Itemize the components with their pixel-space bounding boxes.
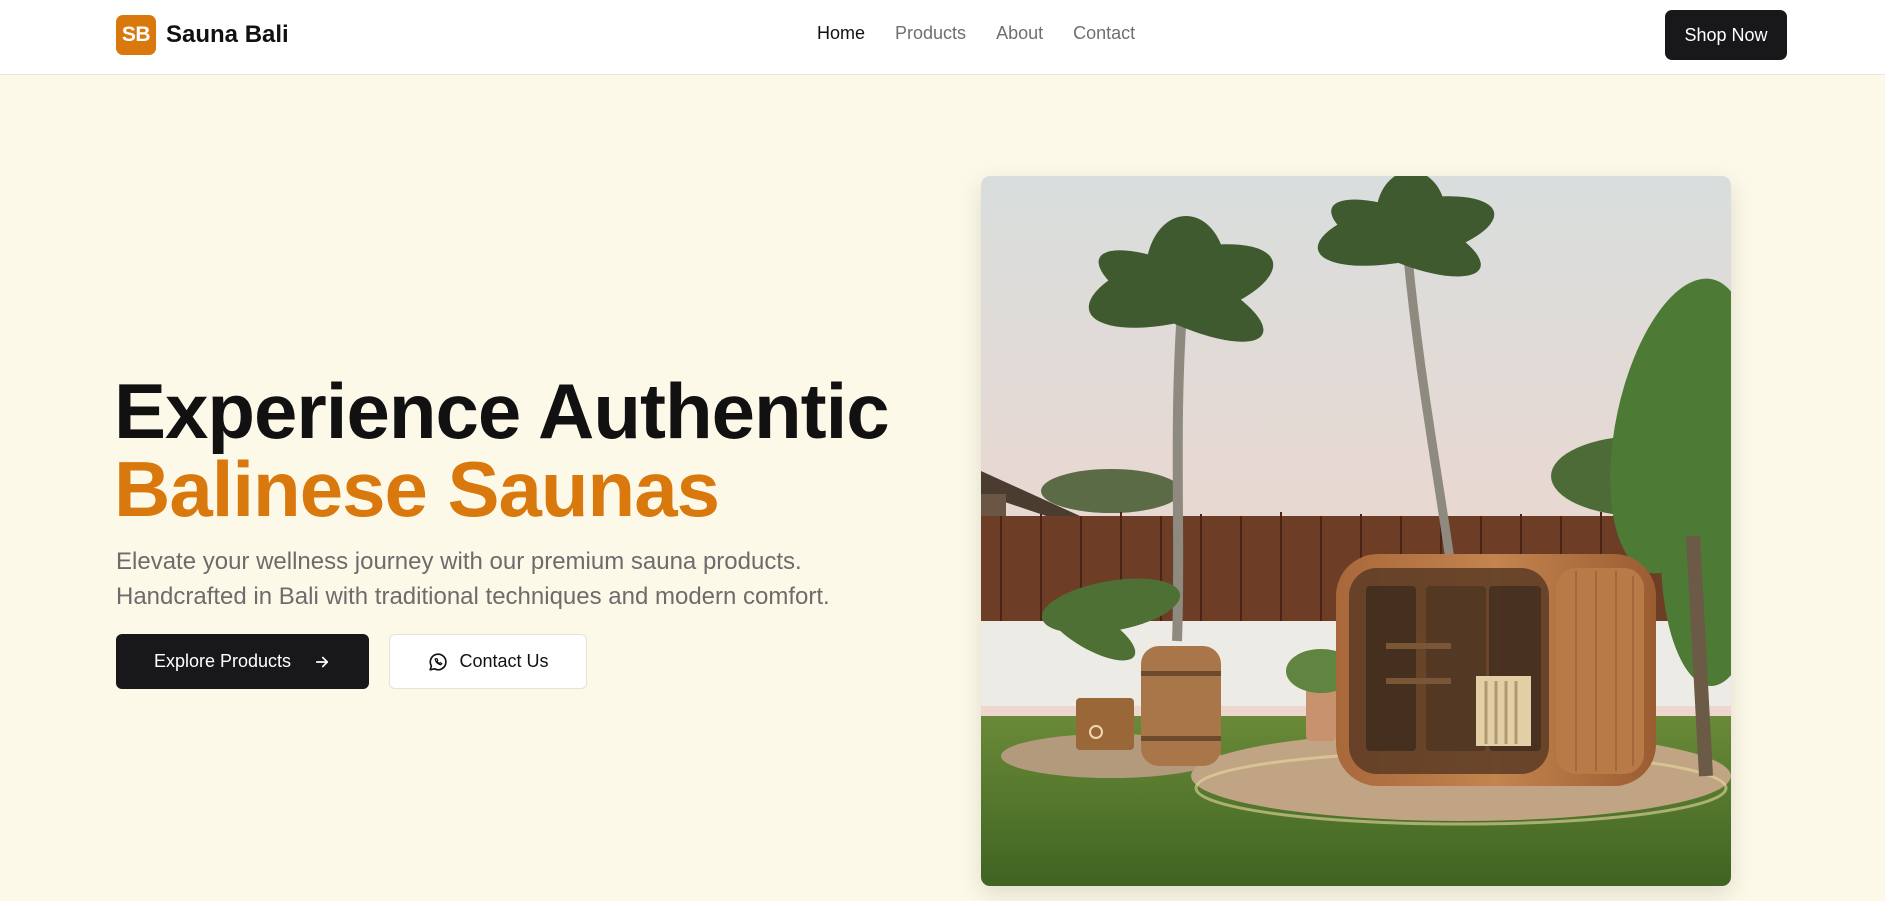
sauna-garden-photo (981, 176, 1731, 886)
contact-us-button[interactable]: Contact Us (389, 634, 587, 689)
subtext-line-1: Elevate your wellness journey with our p… (116, 548, 802, 575)
headline-line-1: Experience Authentic (114, 367, 890, 455)
nav-about[interactable]: About (996, 23, 1043, 44)
main-nav: Home Products About Contact (817, 23, 1135, 44)
shop-now-button[interactable]: Shop Now (1665, 10, 1787, 60)
subtext-line-2: Handcrafted in Bali with traditional tec… (116, 583, 830, 610)
nav-contact[interactable]: Contact (1073, 23, 1135, 44)
hero-headline: Experience Authentic Balinese Saunas (114, 367, 890, 533)
contact-us-label: Contact Us (459, 651, 549, 671)
whatsapp-icon (429, 652, 448, 671)
nav-products[interactable]: Products (895, 23, 966, 44)
arrow-right-icon (315, 656, 329, 667)
brand-name: Sauna Bali (166, 21, 289, 48)
logo-link[interactable]: SB Sauna Bali (116, 15, 289, 55)
explore-products-button[interactable]: Explore Products (116, 634, 369, 689)
nav-home[interactable]: Home (817, 23, 865, 44)
site-header: SB Sauna Bali Home Products About Contac… (0, 0, 1885, 75)
hero-subtext: Elevate your wellness journey with our p… (116, 544, 896, 614)
hero-image (981, 176, 1731, 886)
headline-line-2: Balinese Saunas (114, 445, 720, 533)
logo-badge: SB (116, 15, 156, 55)
explore-products-label: Explore Products (153, 651, 292, 671)
